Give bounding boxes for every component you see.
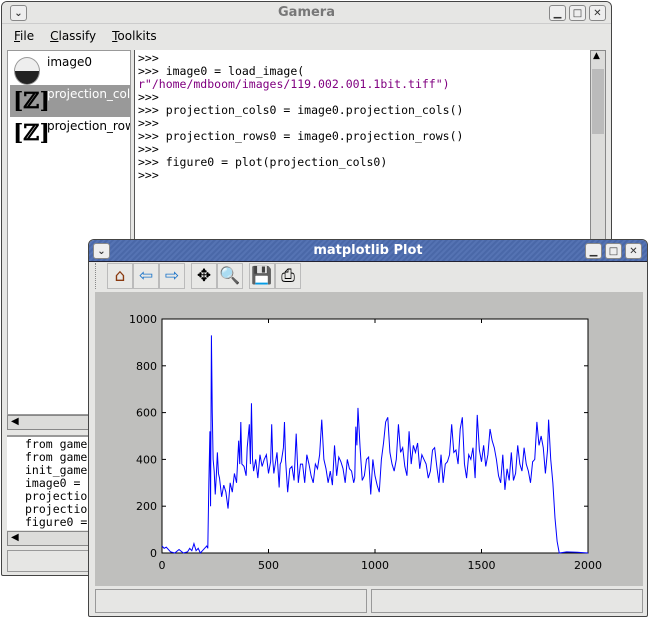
title-bar[interactable]: ⌄ matplotlib Plot ▁ □ ✕ — [89, 240, 647, 262]
prompt: >>> — [138, 64, 159, 78]
list-item-label: image0 — [47, 55, 93, 69]
y-tick-label: 0 — [150, 547, 157, 560]
console-text: figure0 = plot(projection_cols0) — [158, 155, 388, 169]
prompt: >>> — [138, 90, 159, 104]
home-button[interactable]: ⌂ — [107, 263, 133, 289]
zoom-rect-icon: 🔍 — [219, 266, 241, 286]
toolbar-handle[interactable] — [95, 263, 103, 289]
projection-icon: [ℤ] — [13, 88, 50, 114]
maximize-icon: □ — [608, 245, 619, 257]
x-tick-label: 1000 — [361, 559, 389, 572]
prompt: >>> — [138, 142, 159, 156]
move-icon: ✥ — [196, 266, 212, 286]
x-tick-label: 2000 — [574, 559, 602, 572]
chart: 0 500 1000 1500 2000 0 200 400 600 800 1000 — [129, 313, 602, 572]
prompt: >>> — [138, 129, 159, 143]
forward-button[interactable]: ⇨ — [159, 263, 185, 289]
toolbar: ⌂ ⇦ ⇨ ✥ 🔍 💾 ⎙ — [95, 263, 301, 291]
maximize-button[interactable]: □ — [569, 5, 586, 21]
list-item-projection-col[interactable]: [ℤ] projection_col — [10, 85, 130, 117]
prompt: >>> — [138, 168, 159, 182]
shell-console[interactable]: >>> >>> image0 = load_image(r"/home/mdboo… — [134, 50, 606, 240]
list-item-projection-row[interactable]: [ℤ] projection_row — [10, 117, 130, 149]
x-tick-label: 500 — [258, 559, 279, 572]
close-button[interactable]: ✕ — [589, 5, 606, 21]
arrow-left-icon[interactable]: ◀ — [11, 532, 19, 543]
floppy-icon: 💾 — [251, 266, 273, 286]
plot-area — [161, 318, 589, 554]
status-pane-right — [371, 589, 643, 613]
close-icon: ✕ — [629, 245, 638, 257]
chevron-down-icon: ⌄ — [14, 7, 23, 19]
menu-file[interactable]: File — [14, 29, 34, 43]
matplotlib-window: ⌄ matplotlib Plot ▁ □ ✕ ⌂ ⇦ ⇨ ✥ 🔍 💾 ⎙ 0 500 1000… — [88, 239, 648, 617]
projection-icon: [ℤ] — [13, 120, 50, 146]
y-tick-label: 200 — [136, 500, 157, 513]
title-bar[interactable]: ⌄ Gamera ▁ □ ✕ — [2, 2, 611, 24]
x-tick-label: 0 — [159, 559, 166, 572]
y-tick-label: 1000 — [129, 313, 157, 326]
minimize-icon: ▁ — [553, 7, 562, 19]
close-button[interactable]: ✕ — [625, 243, 642, 259]
console-line: >>> figure0 = plot(projection_cols0) — [138, 156, 603, 169]
y-tick-label: 600 — [136, 407, 157, 420]
console-text: projection_cols0 = image0.projection_col… — [158, 103, 464, 117]
console-line: r"/home/mdboom/images/119.002.001.1bit.t… — [138, 78, 603, 91]
console-line: >>> — [138, 169, 603, 182]
prompt: >>> — [138, 116, 159, 130]
close-icon: ✕ — [593, 7, 602, 19]
minimize-button[interactable]: ▁ — [549, 5, 566, 21]
printer-icon: ⎙ — [281, 266, 295, 286]
maximize-icon: □ — [572, 7, 583, 19]
zoom-button[interactable]: 🔍 — [217, 263, 243, 289]
save-button[interactable]: 💾 — [249, 263, 275, 289]
history-horizontal-scrollbar[interactable]: ◀ — [7, 531, 91, 546]
menu-classify[interactable]: Classify — [50, 29, 96, 43]
window-title: Gamera — [278, 5, 335, 20]
menu-bar: File Classify Toolkits — [2, 25, 611, 47]
console-text: r"/home/mdboom/images/119.002.001.1bit.t… — [138, 77, 450, 91]
console-vertical-scrollbar[interactable]: ▲ — [590, 50, 606, 240]
image-file-icon — [14, 57, 40, 85]
plot-canvas[interactable]: 0 500 1000 1500 2000 0 200 400 600 800 1000 — [95, 292, 643, 586]
back-button[interactable]: ⇦ — [133, 263, 159, 289]
menu-toolkits[interactable]: Toolkits — [112, 29, 157, 43]
list-item-label: projection_col — [47, 87, 130, 101]
window-menu-button[interactable]: ⌄ — [93, 243, 110, 259]
list-item-image0[interactable]: image0 — [10, 53, 130, 85]
arrow-left-icon[interactable]: ◀ — [11, 416, 19, 427]
y-tick-label: 400 — [136, 453, 157, 466]
window-menu-button[interactable]: ⌄ — [10, 5, 27, 21]
pan-button[interactable]: ✥ — [191, 263, 217, 289]
list-item-label: projection_row — [47, 119, 130, 133]
history-panel: from game from game init_game image0 = l pro… — [7, 435, 91, 530]
arrow-up-icon[interactable]: ▲ — [593, 51, 600, 61]
home-icon: ⌂ — [114, 266, 126, 286]
arrow-left-icon: ⇦ — [138, 266, 154, 286]
minimize-button[interactable]: ▁ — [585, 243, 602, 259]
console-text: image0 = load_image( — [158, 64, 305, 78]
status-bar — [7, 550, 91, 572]
console-line: >>> projection_cols0 = image0.projection… — [138, 104, 603, 117]
prompt: >>> — [138, 155, 159, 169]
console-line: >>> projection_rows0 = image0.projection… — [138, 130, 603, 143]
chevron-down-icon: ⌄ — [97, 245, 106, 257]
print-button[interactable]: ⎙ — [275, 263, 301, 289]
arrow-right-icon: ⇨ — [164, 266, 180, 286]
prompt: >>> — [138, 51, 159, 65]
status-pane-left — [95, 589, 367, 613]
console-text: projection_rows0 = image0.projection_row… — [158, 129, 464, 143]
prompt: >>> — [138, 103, 159, 117]
minimize-icon: ▁ — [589, 245, 598, 257]
scrollbar-thumb[interactable] — [592, 69, 604, 134]
window-title: matplotlib Plot — [313, 243, 423, 258]
x-tick-label: 1500 — [468, 559, 496, 572]
history-line: figure0 = — [25, 515, 88, 529]
y-tick-label: 800 — [136, 360, 157, 373]
maximize-button[interactable]: □ — [605, 243, 622, 259]
